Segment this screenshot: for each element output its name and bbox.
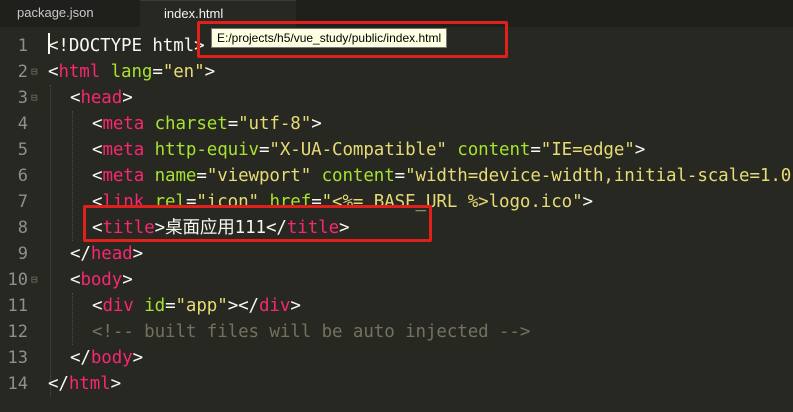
indent-guide (72, 111, 73, 241)
code-line-5: <meta http-equiv="X-UA-Compatible" conte… (92, 140, 646, 160)
code-line-3: <head> (70, 88, 133, 108)
code-line-14: </html> (48, 374, 122, 394)
code-line-4: <meta charset="utf-8"> (92, 114, 322, 134)
indent-guide (50, 85, 51, 397)
annotation-box-tooltip (197, 21, 508, 58)
code-line-10: <body> (70, 270, 133, 290)
code-line-1: <!DOCTYPE html> (48, 36, 205, 56)
code-line-13: </body> (70, 348, 144, 368)
code-line-12: <!-- built files will be auto injected -… (92, 322, 531, 342)
tab-package-json[interactable]: package.json (0, 0, 140, 27)
code-line-6: <meta name="viewport" content="width=dev… (92, 166, 793, 186)
code-line-2: <html lang="en"> (48, 62, 215, 82)
annotation-box-title (83, 205, 432, 242)
code-line-11: <div id="app"></div> (92, 296, 301, 316)
code-line-9: </head> (70, 244, 144, 264)
indent-guide (72, 293, 73, 345)
